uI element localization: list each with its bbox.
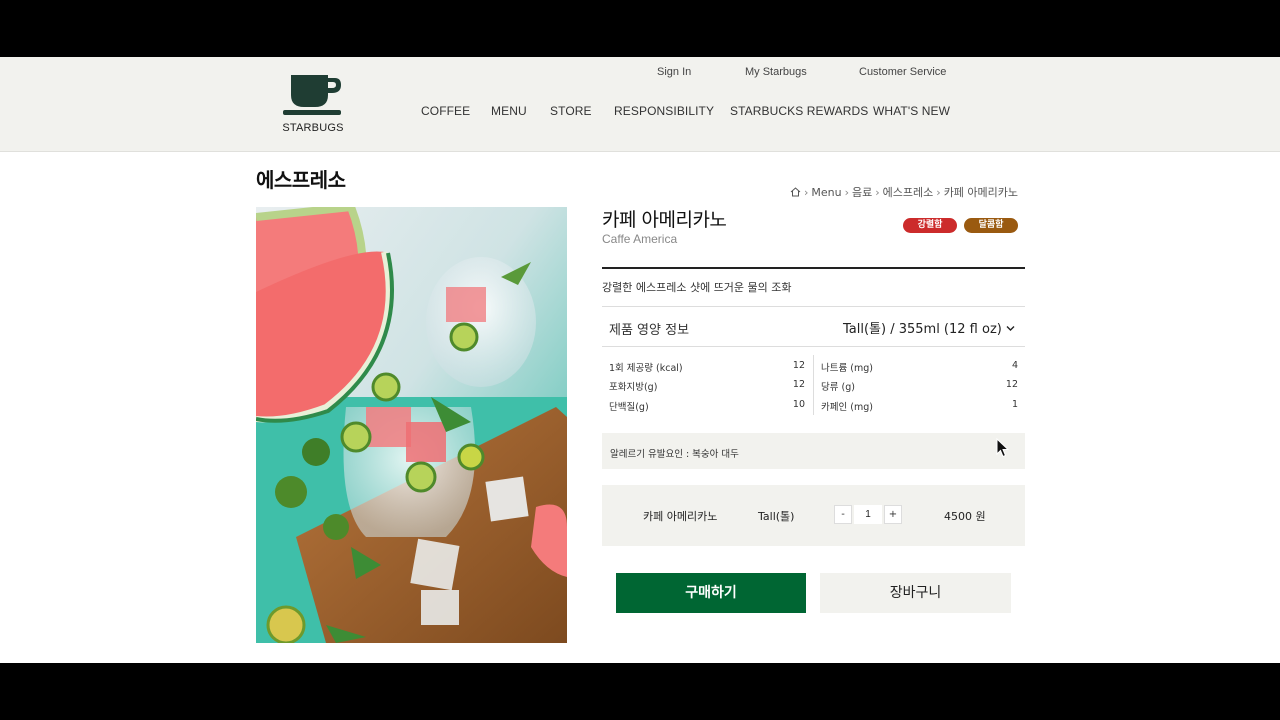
allergy-text: 알레르기 유발요인 : 복숭아 대두 <box>610 449 739 460</box>
nutrition-label: 1회 제공량 (kcal) <box>609 363 683 374</box>
nutrition-label: 당류 (g) <box>821 382 855 393</box>
nav-rewards[interactable]: STARBUCKS REWARDS <box>730 104 868 118</box>
order-summary: 카페 아메리카노 Tall(톨) - 1 + 4500 원 <box>602 485 1025 546</box>
product-image <box>256 207 567 643</box>
divider <box>602 306 1025 307</box>
nav-whats-new[interactable]: WHAT'S NEW <box>873 104 950 118</box>
nutrition-title: 제품 영양 정보 <box>609 323 690 338</box>
product-description: 강렬한 에스프레소 샷에 뜨거운 물의 조화 <box>602 281 792 294</box>
allergy-box: 알레르기 유발요인 : 복숭아 대두 <box>602 433 1025 469</box>
nutrition-label: 카페인 (mg) <box>821 402 873 413</box>
chevron-right-icon: › <box>844 186 850 199</box>
divider <box>602 267 1025 269</box>
nutrition-value: 4 <box>1011 360 1018 371</box>
site-header: STARBUGS Sign In My Starbugs Customer Se… <box>0 57 1280 152</box>
quantity-increase-button[interactable]: + <box>884 505 902 524</box>
nutrition-label: 단백질(g) <box>609 402 649 413</box>
logo[interactable]: STARBUGS <box>282 73 344 137</box>
product-name: 카페 아메리카노 <box>602 209 727 231</box>
mouse-pointer-icon <box>996 438 1009 458</box>
nutrition-label: 포화지방(g) <box>609 382 658 393</box>
order-price: 4500 원 <box>944 510 986 523</box>
chevron-right-icon: › <box>875 186 880 199</box>
size-select-value: Tall(톨) / 355ml (12 fl oz) <box>842 322 1002 337</box>
coffee-cup-icon <box>283 75 341 115</box>
breadcrumb-item-espresso[interactable]: 에스프레소 <box>883 184 934 200</box>
size-select[interactable]: Tall(톨) / 355ml (12 fl oz) <box>843 318 1015 337</box>
my-starbugs-link[interactable]: My Starbugs <box>745 66 807 78</box>
tag-strong: 강렬함 <box>903 218 957 233</box>
breadcrumb: › Menu › 음료 › 에스프레소 › 카페 아메리카노 <box>790 184 1018 200</box>
tag-sweet: 달콤함 <box>964 218 1018 233</box>
nutrition-value: 12 <box>1005 379 1018 390</box>
nav-menu[interactable]: MENU <box>491 104 527 118</box>
buy-button[interactable]: 구매하기 <box>616 573 806 613</box>
quantity-input[interactable]: 1 <box>854 505 882 524</box>
breadcrumb-item-drinks[interactable]: 음료 <box>852 184 872 200</box>
page: STARBUGS Sign In My Starbugs Customer Se… <box>0 57 1280 663</box>
product-name-en: Caffe America <box>602 232 678 246</box>
nutrition-value: 1 <box>1011 399 1018 410</box>
breadcrumb-item-current: 카페 아메리카노 <box>943 186 1019 199</box>
divider <box>602 346 1025 347</box>
breadcrumb-item-menu[interactable]: Menu <box>811 186 841 199</box>
chevron-right-icon: › <box>804 186 809 199</box>
nutrition-value: 10 <box>792 399 805 410</box>
brand-name: STARBUGS <box>282 122 344 134</box>
chevron-right-icon: › <box>936 186 941 199</box>
order-product-name: 카페 아메리카노 <box>643 510 718 523</box>
chevron-down-icon <box>1006 326 1015 331</box>
nutrition-value: 12 <box>792 360 805 371</box>
sign-in-link[interactable]: Sign In <box>657 66 691 78</box>
page-title: 에스프레소 <box>256 168 346 192</box>
column-divider <box>813 355 814 415</box>
quantity-decrease-button[interactable]: - <box>834 505 852 524</box>
nav-responsibility[interactable]: RESPONSIBILITY <box>614 104 714 118</box>
home-icon[interactable] <box>790 186 801 199</box>
order-size: Tall(톨) <box>758 510 795 523</box>
customer-service-link[interactable]: Customer Service <box>859 66 946 78</box>
nutrition-value: 12 <box>792 379 805 390</box>
nutrition-label: 나트륨 (mg) <box>821 363 873 374</box>
cart-button[interactable]: 장바구니 <box>820 573 1011 613</box>
nav-coffee[interactable]: COFFEE <box>421 104 470 118</box>
nav-store[interactable]: STORE <box>550 104 592 118</box>
